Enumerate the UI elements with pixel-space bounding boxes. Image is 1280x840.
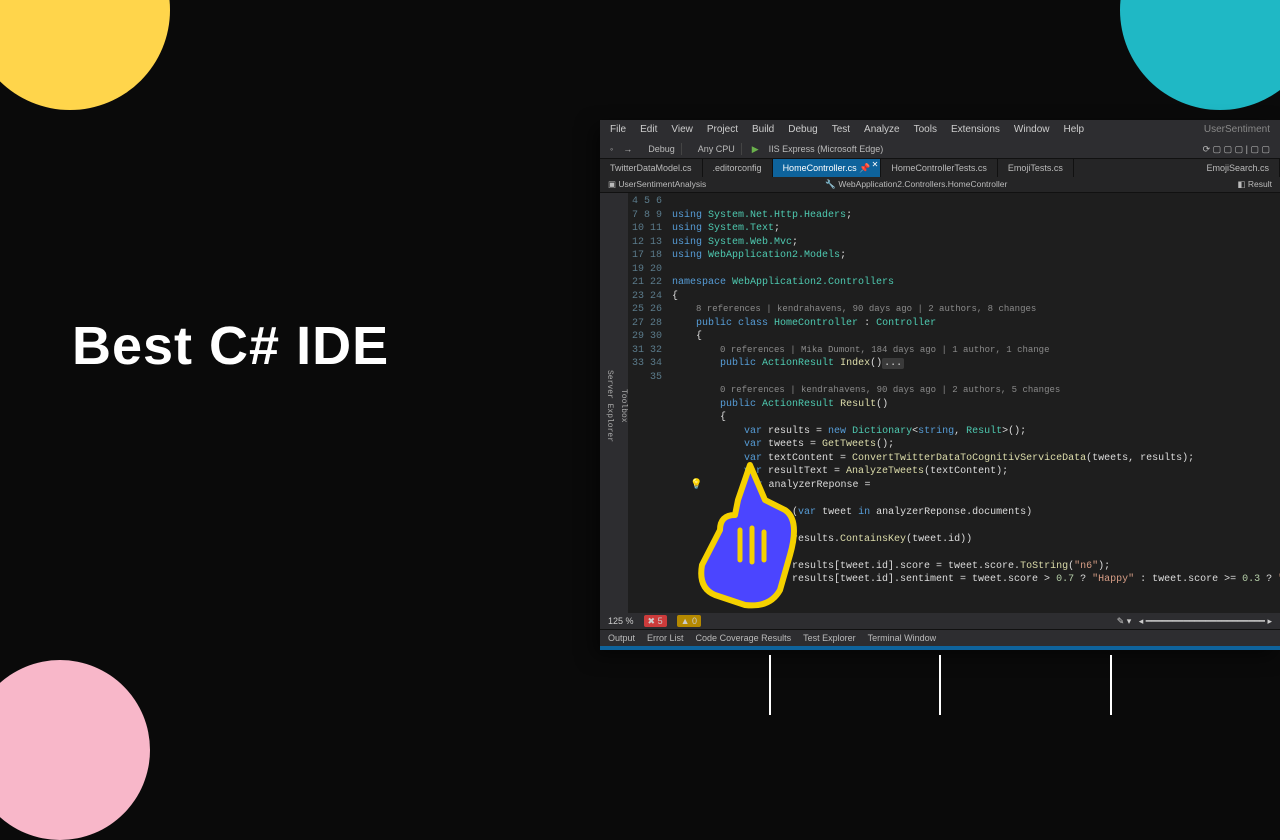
decor-circle-yellow	[0, 0, 170, 110]
close-icon[interactable]: ✕	[872, 160, 879, 171]
menu-bar[interactable]: File Edit View Project Build Debug Test …	[600, 120, 1280, 140]
menu-tools[interactable]: Tools	[914, 123, 937, 137]
menu-analyze[interactable]: Analyze	[864, 123, 900, 137]
page-title: Best C# IDE	[72, 315, 389, 377]
codelens-class[interactable]: 8 references | kendrahavens, 90 days ago…	[696, 304, 1036, 314]
nav-back-icon[interactable]: ◦	[610, 143, 613, 155]
status-bar: 125 % ✖ 5 ▲ 0 ✎ ▾ ◂ ━━━━━━━━━━━━━━━━━━━━…	[600, 613, 1280, 629]
panel-errorlist[interactable]: Error List	[647, 632, 684, 644]
panel-testexplorer[interactable]: Test Explorer	[803, 632, 856, 644]
crumb-member[interactable]: ◧ Result	[1238, 179, 1273, 190]
code-editor[interactable]: using System.Net.Http.Headers; using Sys…	[668, 193, 1280, 612]
lightbulb-icon[interactable]: 💡	[690, 480, 702, 491]
crumb-class[interactable]: 🔧 WebApplication2.Controllers.HomeContro…	[825, 179, 1007, 190]
nav-fwd-icon[interactable]: →	[623, 143, 632, 155]
crumb-project[interactable]: ▣ UserSentimentAnalysis	[608, 179, 706, 190]
menu-build[interactable]: Build	[752, 123, 774, 137]
menu-debug[interactable]: Debug	[788, 123, 817, 137]
error-count[interactable]: ✖ 5	[644, 615, 667, 627]
breadcrumb[interactable]: ▣ UserSentimentAnalysis 🔧 WebApplication…	[600, 177, 1280, 193]
menu-view[interactable]: View	[671, 123, 693, 137]
warning-count[interactable]: ▲ 0	[677, 615, 701, 627]
line-gutter: 4 5 6 7 8 9 10 11 12 13 17 18 19 20 21 2…	[628, 193, 668, 612]
zoom-level[interactable]: 125 %	[608, 615, 634, 627]
tab-homecontroller[interactable]: HomeController.cs 📌✕	[773, 159, 882, 177]
editor-area: Server Explorer Toolbox 4 5 6 7 8 9 10 1…	[600, 193, 1280, 612]
pin-icon[interactable]: 📌	[859, 163, 870, 173]
side-server-explorer[interactable]: Server Explorer	[600, 193, 614, 612]
config-cpu[interactable]: Any CPU	[692, 143, 742, 155]
side-toolbox[interactable]: Toolbox	[614, 193, 628, 612]
menu-window[interactable]: Window	[1014, 123, 1050, 137]
editor-tabs[interactable]: TwitterDataModel.cs .editorconfig HomeCo…	[600, 159, 1280, 177]
toolbar[interactable]: ◦ → Debug Any CPU ▶ IIS Express (Microso…	[600, 140, 1280, 159]
panel-terminal[interactable]: Terminal Window	[868, 632, 937, 644]
decor-circle-blue	[1120, 0, 1280, 110]
panel-coverage[interactable]: Code Coverage Results	[696, 632, 792, 644]
play-icon[interactable]: ▶	[752, 143, 759, 155]
tab-editorconfig[interactable]: .editorconfig	[703, 159, 773, 177]
progress-bar	[600, 646, 1280, 650]
panel-output[interactable]: Output	[608, 632, 635, 644]
codelens-result[interactable]: 0 references | kendrahavens, 90 days ago…	[720, 385, 1060, 395]
tab-homecontrollertests[interactable]: HomeControllerTests.cs	[881, 159, 998, 177]
menu-extensions[interactable]: Extensions	[951, 123, 1000, 137]
toolbar-extra-icons[interactable]: ⟳ ▢ ▢ ▢ | ▢ ▢	[1203, 143, 1270, 155]
menu-help[interactable]: Help	[1063, 123, 1084, 137]
tab-emojitests[interactable]: EmojiTests.cs	[998, 159, 1074, 177]
config-debug[interactable]: Debug	[642, 143, 682, 155]
solution-hint: UserSentiment	[1204, 123, 1270, 137]
status-icons[interactable]: ✎ ▾ ◂ ━━━━━━━━━━━━━━━━━━━━━━ ▸	[1117, 615, 1272, 627]
footer-dividers	[600, 655, 1280, 715]
menu-project[interactable]: Project	[707, 123, 738, 137]
run-target[interactable]: IIS Express (Microsoft Edge)	[769, 143, 884, 155]
decor-circle-pink	[0, 660, 150, 840]
menu-edit[interactable]: Edit	[640, 123, 657, 137]
menu-file[interactable]: File	[610, 123, 626, 137]
codelens-index[interactable]: 0 references | Mika Dumont, 184 days ago…	[720, 345, 1049, 355]
bottom-panels[interactable]: Output Error List Code Coverage Results …	[600, 629, 1280, 646]
menu-test[interactable]: Test	[832, 123, 850, 137]
tab-emojisearch[interactable]: EmojiSearch.cs	[1196, 159, 1280, 177]
tab-twitterdatamodel[interactable]: TwitterDataModel.cs	[600, 159, 703, 177]
ide-window: File Edit View Project Build Debug Test …	[600, 120, 1280, 650]
